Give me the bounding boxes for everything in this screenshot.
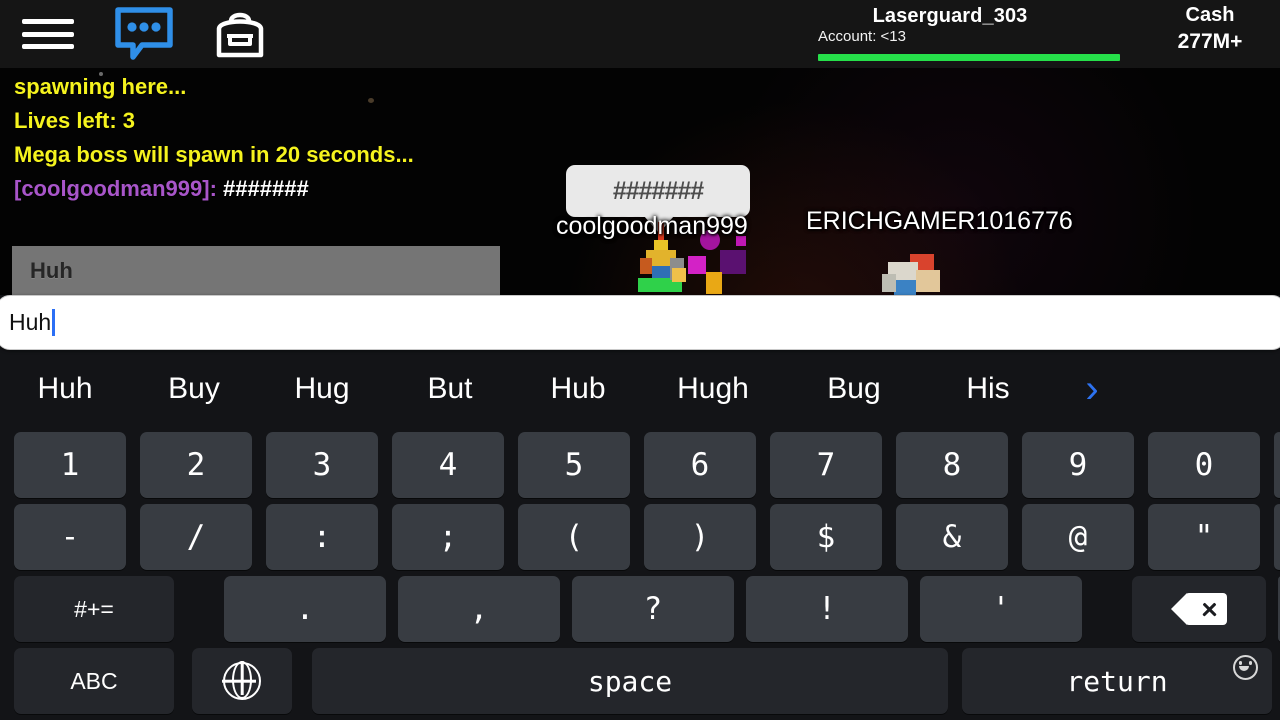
virtual-keyboard: Huh Huh Buy Hug But Hub Hugh Bug His › 1… [0, 295, 1280, 720]
cash-value: 277M+ [1177, 30, 1243, 53]
key-1[interactable]: 1 [14, 432, 126, 498]
nameplate-label: coolgoodman999 [556, 212, 748, 240]
chat-message: ####### [223, 176, 309, 201]
key-return[interactable]: return [962, 648, 1272, 714]
key-exclamation[interactable]: ! [746, 576, 908, 642]
speech-bubble: ####### [566, 165, 750, 233]
key-4[interactable]: 4 [392, 432, 504, 498]
key-6[interactable]: 6 [644, 432, 756, 498]
key-comma[interactable]: , [398, 576, 560, 642]
suggestion-item[interactable]: But [386, 372, 514, 406]
player-name: Laserguard_303 [872, 5, 1028, 27]
key-globe[interactable] [192, 648, 292, 714]
key-apostrophe[interactable]: ' [920, 576, 1082, 642]
key-7[interactable]: 7 [770, 432, 882, 498]
nameplate-label: ERICHGAMER1016776 [806, 207, 1073, 235]
globe-icon [223, 661, 261, 700]
key-space[interactable]: space [312, 648, 948, 714]
chat-line: Lives left: 3 [14, 108, 136, 133]
key-9[interactable]: 9 [1022, 432, 1134, 498]
key-quote[interactable]: " [1148, 504, 1260, 570]
backspace-icon [1171, 593, 1227, 625]
chevron-right-icon[interactable]: › [1052, 369, 1132, 409]
chat-log: spawning here... Lives left: 3 Mega boss… [14, 70, 514, 206]
chat-bubble-icon[interactable] [96, 0, 192, 68]
speech-bubble-text: ####### [612, 176, 704, 205]
smiley-face-icon[interactable] [1233, 655, 1258, 680]
account-age-label: Account: <13 [818, 28, 906, 45]
chat-line: [coolgoodman999]: ####### [14, 172, 514, 206]
key-backspace[interactable] [1132, 576, 1266, 642]
suggestion-item[interactable]: Bug [784, 372, 924, 406]
key-3[interactable]: 3 [266, 432, 378, 498]
key-partial-right[interactable] [1274, 432, 1280, 498]
keyboard-row-bottom: ABC space return [0, 648, 1280, 714]
chat-line: Mega boss will spawn in 20 seconds... [14, 142, 414, 167]
key-more-symbols[interactable]: #+= [14, 576, 174, 642]
key-ampersand[interactable]: & [896, 504, 1008, 570]
backpack-icon[interactable] [192, 0, 288, 68]
keyboard-row-numbers: 1 2 3 4 5 6 7 8 9 0 [0, 432, 1280, 498]
chat-line: spawning here... [14, 74, 187, 99]
cash-label: Cash [1185, 4, 1235, 26]
ingame-chat-input-value: Huh [30, 258, 73, 283]
ingame-chat-input[interactable]: Huh [12, 246, 500, 296]
key-5[interactable]: 5 [518, 432, 630, 498]
text-caret [52, 309, 56, 336]
top-bar-icon-group [0, 0, 288, 68]
suggestion-item[interactable]: Hugh [642, 372, 784, 406]
autocomplete-suggestions: Huh Buy Hug But Hub Hugh Bug His › [0, 353, 1280, 425]
key-colon[interactable]: : [266, 504, 378, 570]
key-at[interactable]: @ [1022, 504, 1134, 570]
health-bar [818, 54, 1120, 61]
avatar [880, 252, 942, 300]
health-bar-fill [818, 54, 1120, 61]
suggestion-item[interactable]: His [924, 372, 1052, 406]
key-dollar[interactable]: $ [770, 504, 882, 570]
cash-display: Cash 277M+ [1150, 2, 1270, 56]
key-0[interactable]: 0 [1148, 432, 1260, 498]
suggestion-item[interactable]: Huh [0, 372, 130, 406]
game-screen: ####### coolgoodman999 ERICHGAMER1016776… [0, 0, 1280, 720]
key-question[interactable]: ? [572, 576, 734, 642]
key-hyphen[interactable]: - [14, 504, 126, 570]
key-semicolon[interactable]: ; [392, 504, 504, 570]
key-paren-close[interactable]: ) [644, 504, 756, 570]
keyboard-text-field-value: Huh [9, 309, 52, 335]
suggestion-item[interactable]: Hub [514, 372, 642, 406]
chat-speaker: [coolgoodman999]: [14, 176, 217, 201]
keyboard-row-punctuation: #+= . , ? ! ' [0, 576, 1280, 642]
key-2[interactable]: 2 [140, 432, 252, 498]
top-bar: Laserguard_303 Account: <13 Cash 277M+ [0, 0, 1280, 68]
suggestion-item[interactable]: Buy [130, 372, 258, 406]
keyboard-row-symbols: - / : ; ( ) $ & @ " [0, 504, 1280, 570]
key-partial-right[interactable] [1274, 504, 1280, 570]
suggestion-item[interactable]: Hug [258, 372, 386, 406]
key-period[interactable]: . [224, 576, 386, 642]
key-abc[interactable]: ABC [14, 648, 174, 714]
player-info: Laserguard_303 Account: <13 [780, 4, 1120, 64]
key-return-label: return [1066, 664, 1168, 698]
key-8[interactable]: 8 [896, 432, 1008, 498]
hamburger-menu-icon[interactable] [0, 0, 96, 68]
key-slash[interactable]: / [140, 504, 252, 570]
keyboard-text-field[interactable]: Huh [0, 295, 1280, 350]
key-paren-open[interactable]: ( [518, 504, 630, 570]
